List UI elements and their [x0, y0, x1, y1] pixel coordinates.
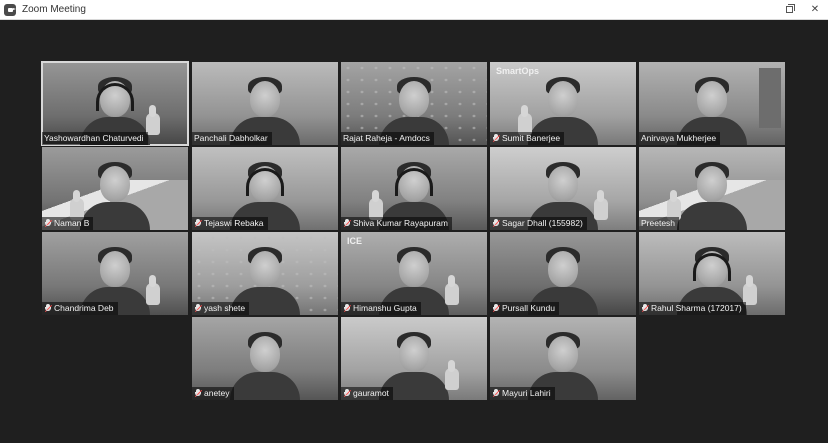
participant-name: gauramot [353, 388, 389, 398]
participant-name: Pursall Kundu [502, 303, 555, 313]
participant-tile[interactable]: ICE Himanshu Gupta [341, 232, 487, 315]
close-icon: ✕ [810, 4, 820, 15]
muted-mic-icon [194, 219, 203, 228]
participant-tile[interactable]: Anirvaya Mukherjee [639, 62, 785, 145]
participant-name: Tejaswi Rebaka [204, 218, 264, 228]
participant-name-tag: gauramot [341, 387, 393, 400]
muted-mic-icon [343, 219, 352, 228]
participant-name-tag: Anirvaya Mukherjee [639, 132, 721, 145]
participant-name: Panchali Dabholkar [194, 133, 268, 143]
participant-tile[interactable]: Shiva Kumar Rayapuram [341, 147, 487, 230]
participant-name-tag: Panchali Dabholkar [192, 132, 272, 145]
thumbs-up-gesture [445, 275, 459, 305]
participant-tile[interactable]: Chandrima Deb [42, 232, 188, 315]
background-logo: ICE [347, 236, 363, 246]
participant-name: Preetesh [641, 218, 676, 228]
restore-window-button[interactable] [776, 0, 802, 19]
participant-tile[interactable]: Sagar Dhall (155982) [490, 147, 636, 230]
participant-name-tag: Rahul Sharma (172017) [639, 302, 746, 315]
thumbs-up-gesture [146, 105, 160, 135]
window-titlebar: Zoom Meeting ✕ [0, 0, 828, 20]
participant-name: Himanshu Gupta [353, 303, 417, 313]
muted-mic-icon [492, 304, 501, 313]
participant-name-tag: Sumit Banerjee [490, 132, 565, 145]
thumbs-up-gesture [146, 275, 160, 305]
participant-name-tag: Shiva Kumar Rayapuram [341, 217, 452, 230]
participant-tile[interactable]: yash shete [192, 232, 338, 315]
participant-video [230, 330, 300, 400]
participant-name-tag: Pursall Kundu [490, 302, 559, 315]
participant-name-tag: anetey [192, 387, 234, 400]
participant-name: yash shete [204, 303, 246, 313]
muted-mic-icon [641, 304, 650, 313]
participant-name-tag: Mayuri Lahiri [490, 387, 555, 400]
close-window-button[interactable]: ✕ [802, 0, 828, 19]
muted-mic-icon [492, 389, 501, 398]
participant-tile[interactable]: Mayuri Lahiri [490, 317, 636, 400]
thumbs-up-gesture [445, 360, 459, 390]
participant-name-tag: Naman B [42, 217, 94, 230]
participant-name-tag: Tejaswi Rebaka [192, 217, 268, 230]
participant-name: Yashowardhan Chaturvedi [44, 133, 144, 143]
participant-name: Sumit Banerjee [502, 133, 561, 143]
participant-tile[interactable]: Pursall Kundu [490, 232, 636, 315]
participant-name-tag: Preetesh [639, 217, 680, 230]
participant-name: Anirvaya Mukherjee [641, 133, 717, 143]
participant-name: Mayuri Lahiri [502, 388, 551, 398]
participant-name-tag: Himanshu Gupta [341, 302, 421, 315]
participant-tile[interactable]: Preetesh [639, 147, 785, 230]
muted-mic-icon [492, 219, 501, 228]
participant-name: Sagar Dhall (155982) [502, 218, 583, 228]
participant-name: Rajat Raheja - Amdocs [343, 133, 430, 143]
muted-mic-icon [44, 304, 53, 313]
participant-tile[interactable]: anetey [192, 317, 338, 400]
participant-tile[interactable]: Panchali Dabholkar [192, 62, 338, 145]
restore-window-icon [785, 4, 795, 13]
participant-tile[interactable]: Tejaswi Rebaka [192, 147, 338, 230]
muted-mic-icon [343, 304, 352, 313]
participant-name: Naman B [54, 218, 90, 228]
muted-mic-icon [194, 389, 203, 398]
participant-name-tag: yash shete [192, 302, 250, 315]
participant-name-tag: Rajat Raheja - Amdocs [341, 132, 434, 145]
participant-name-tag: Chandrima Deb [42, 302, 118, 315]
participant-tile[interactable]: Yashowardhan Chaturvedi [41, 61, 189, 146]
participant-name-tag: Sagar Dhall (155982) [490, 217, 587, 230]
participant-tile[interactable]: Naman B [42, 147, 188, 230]
muted-mic-icon [492, 134, 501, 143]
participant-tile[interactable]: SmartOps Sumit Banerjee [490, 62, 636, 145]
participant-name-tag: Yashowardhan Chaturvedi [42, 132, 148, 145]
participant-video [677, 160, 747, 230]
participant-tile[interactable]: Rahul Sharma (172017) [639, 232, 785, 315]
participant-name: anetey [204, 388, 230, 398]
participant-tile[interactable]: Rajat Raheja - Amdocs [341, 62, 487, 145]
participant-name: Rahul Sharma (172017) [651, 303, 742, 313]
muted-mic-icon [44, 219, 53, 228]
participant-name: Chandrima Deb [54, 303, 114, 313]
window-controls: ✕ [776, 0, 828, 19]
participant-name: Shiva Kumar Rayapuram [353, 218, 448, 228]
participant-tile[interactable]: gauramot [341, 317, 487, 400]
thumbs-up-gesture [594, 190, 608, 220]
zoom-app-icon [4, 3, 16, 16]
muted-mic-icon [343, 389, 352, 398]
background-shelf [759, 68, 781, 128]
gallery-view: Yashowardhan Chaturvedi Panchali Dabholka… [0, 20, 828, 443]
participant-grid: Yashowardhan Chaturvedi Panchali Dabholka… [0, 20, 828, 443]
window-title: Zoom Meeting [22, 4, 86, 15]
muted-mic-icon [194, 304, 203, 313]
